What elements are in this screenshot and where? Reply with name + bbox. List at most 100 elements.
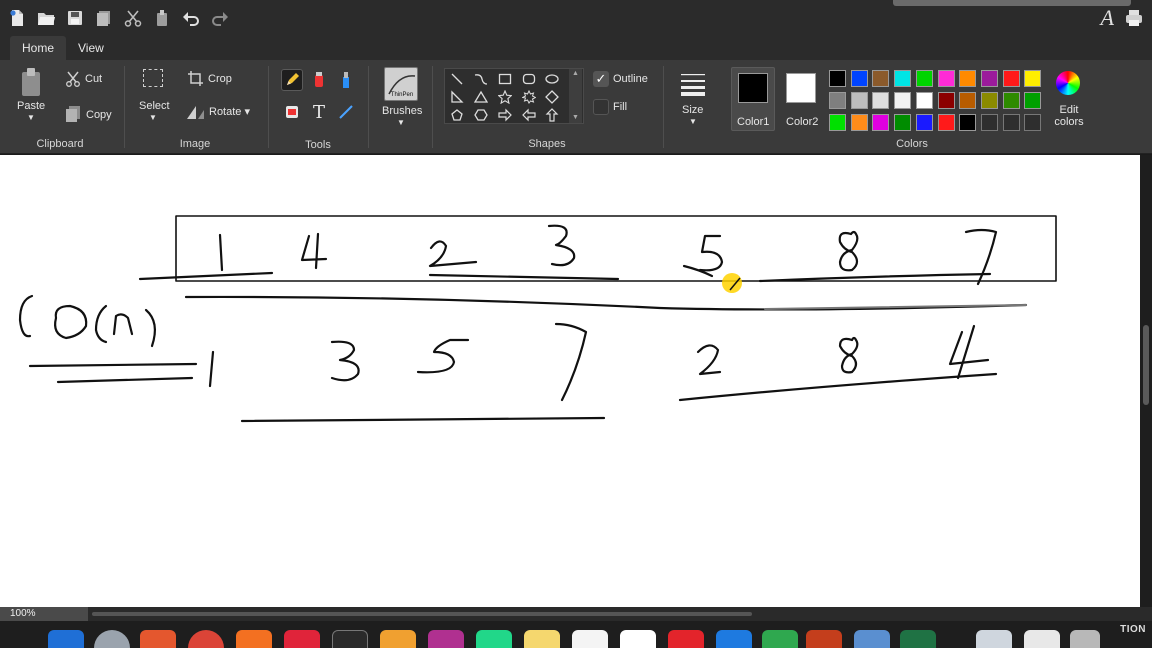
shapes-scrollbar[interactable]: ▲ ▼ [569, 69, 582, 123]
chevron-down-icon[interactable]: ▼ [689, 117, 697, 126]
text-style-icon[interactable]: A [1101, 5, 1114, 31]
trash-dock-icon[interactable] [1070, 630, 1100, 648]
rectangle-shape[interactable] [496, 70, 514, 88]
palette-swatch[interactable] [915, 114, 933, 131]
palette-swatch[interactable] [894, 92, 912, 109]
palette-swatch[interactable] [850, 114, 868, 131]
palette-swatch[interactable] [980, 114, 998, 131]
palette-swatch[interactable] [915, 92, 933, 109]
palette-swatch[interactable] [937, 92, 955, 109]
palette-swatch[interactable] [980, 92, 998, 109]
textedit-dock-icon[interactable] [572, 630, 608, 648]
paste-button[interactable]: Paste [17, 100, 45, 112]
chevron-down-icon[interactable]: ▼ [27, 113, 35, 122]
palette-swatch[interactable] [850, 92, 868, 109]
palette-swatch[interactable] [937, 70, 955, 87]
copy-button[interactable]: Copy [86, 109, 112, 121]
magnifier-tool[interactable] [335, 101, 357, 123]
palette-swatch[interactable] [872, 114, 890, 131]
music-dock-icon[interactable] [284, 630, 320, 648]
cut-icon[interactable] [122, 7, 144, 29]
powerpoint-dock-icon[interactable] [806, 630, 842, 648]
numbers-dock-icon[interactable] [762, 630, 798, 648]
size-icon[interactable] [680, 72, 706, 96]
scroll-down-icon[interactable]: ▼ [569, 113, 582, 123]
zoom-level[interactable]: 100% [0, 607, 88, 621]
palette-swatch[interactable] [829, 92, 846, 109]
palette-swatch[interactable] [1024, 70, 1042, 87]
intellij-dock-icon[interactable] [428, 630, 464, 648]
edit-colors-button[interactable]: Edit colors [1052, 104, 1086, 128]
calendar-dock-icon[interactable] [620, 630, 656, 648]
line-shape[interactable] [448, 70, 466, 88]
rounded-rectangle-shape[interactable] [520, 70, 538, 88]
brush-preview-icon[interactable]: ThinPen [384, 67, 418, 101]
size-button[interactable]: Size [682, 104, 703, 116]
paste-icon[interactable] [18, 66, 44, 98]
sublime-dock-icon[interactable] [380, 630, 416, 648]
tab-view[interactable]: View [66, 36, 116, 60]
excel-dock-icon[interactable] [900, 630, 936, 648]
document-dock-icon[interactable] [976, 630, 1012, 648]
folder-dock-icon[interactable] [1024, 630, 1060, 648]
color2-swatch[interactable] [786, 73, 816, 103]
finder-dock-icon[interactable] [48, 630, 84, 648]
firefox-dock-icon[interactable] [140, 630, 176, 648]
hexagon-shape[interactable] [472, 106, 490, 124]
drawing-canvas[interactable] [0, 155, 1140, 607]
eraser-tool[interactable] [281, 101, 303, 123]
pencil-tool[interactable] [281, 69, 303, 91]
up-arrow-shape[interactable] [543, 106, 561, 124]
palette-swatch[interactable] [980, 70, 998, 87]
palette-swatch[interactable] [915, 70, 933, 87]
pycharm-dock-icon[interactable] [476, 630, 512, 648]
chevron-down-icon[interactable]: ▼ [149, 113, 157, 122]
palette-swatch[interactable] [850, 70, 868, 87]
right-triangle-shape[interactable] [448, 88, 466, 106]
palette-swatch[interactable] [829, 114, 846, 131]
text-tool[interactable]: T [308, 101, 330, 123]
palette-swatch[interactable] [894, 70, 912, 87]
notes-dock-icon[interactable] [524, 630, 560, 648]
printer-icon[interactable] [1124, 8, 1144, 28]
tab-home[interactable]: Home [10, 36, 67, 60]
fill-tool[interactable] [308, 69, 330, 91]
terminal-dock-icon[interactable] [332, 630, 368, 648]
paste-icon[interactable] [151, 7, 173, 29]
left-arrow-shape[interactable] [520, 106, 538, 124]
crop-button[interactable]: Crop [208, 73, 232, 85]
ellipse-shape[interactable] [543, 70, 561, 88]
palette-swatch[interactable] [872, 70, 890, 87]
fill-checkbox[interactable] [593, 99, 609, 115]
rotate-button[interactable]: Rotate ▾ [209, 105, 250, 118]
curve-shape[interactable] [472, 70, 490, 88]
undo-icon[interactable] [180, 7, 202, 29]
triangle-shape[interactable] [472, 88, 490, 106]
palette-swatch[interactable] [829, 70, 846, 87]
brushes-button[interactable]: Brushes [382, 105, 422, 117]
palette-swatch[interactable] [959, 92, 977, 109]
color-picker-tool[interactable] [335, 69, 357, 91]
palette-swatch[interactable] [1002, 92, 1020, 109]
palette-swatch[interactable] [1002, 70, 1020, 87]
app-dock-icon[interactable] [236, 630, 272, 648]
palette-swatch[interactable] [872, 92, 890, 109]
pentagon-shape[interactable] [448, 106, 466, 124]
cut-button[interactable]: Cut [85, 73, 102, 85]
preview-dock-icon[interactable] [854, 630, 890, 648]
palette-swatch[interactable] [1024, 92, 1042, 109]
palette-swatch[interactable] [959, 70, 977, 87]
scroll-up-icon[interactable]: ▲ [569, 69, 582, 79]
redo-icon[interactable] [209, 7, 231, 29]
open-folder-icon[interactable] [35, 7, 57, 29]
palette-swatch[interactable] [937, 114, 955, 131]
right-arrow-shape[interactable] [496, 106, 514, 124]
horizontal-scroll-thumb[interactable] [92, 612, 752, 616]
palette-swatch[interactable] [894, 114, 912, 131]
new-file-icon[interactable] [6, 7, 28, 29]
star-shape[interactable] [496, 88, 514, 106]
dictionary-dock-icon[interactable] [668, 630, 704, 648]
diamond-shape[interactable] [543, 88, 561, 106]
burst-shape[interactable] [520, 88, 538, 106]
vertical-scroll-thumb[interactable] [1143, 325, 1149, 405]
